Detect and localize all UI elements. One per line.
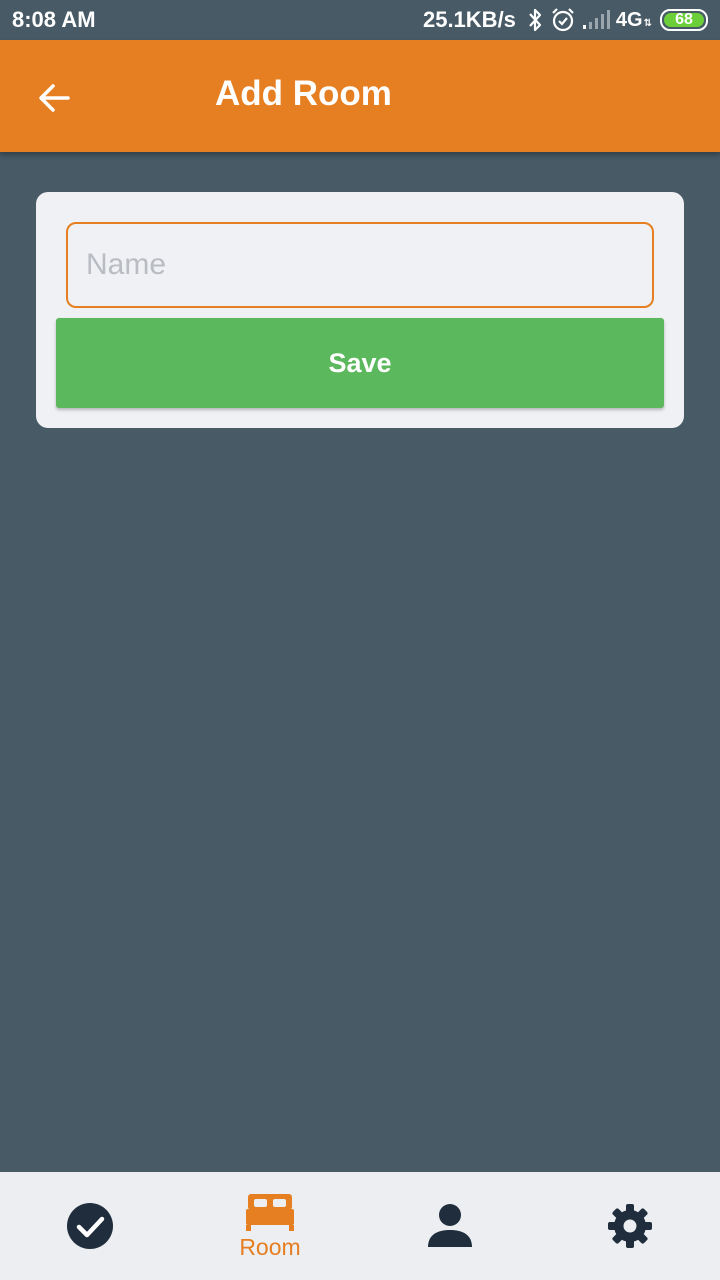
add-room-form-card: Save bbox=[36, 192, 684, 428]
app-bar: Add Room bbox=[0, 40, 720, 152]
network-type-label: 4G bbox=[615, 8, 643, 31]
battery-level: 68 bbox=[675, 11, 693, 28]
gear-icon bbox=[608, 1204, 652, 1248]
check-circle-icon bbox=[67, 1203, 113, 1249]
nav-item-room[interactable]: Room bbox=[180, 1172, 360, 1280]
network-speed: 25.1KB/s bbox=[422, 7, 516, 32]
nav-item-profile[interactable] bbox=[360, 1172, 540, 1280]
user-icon bbox=[428, 1204, 472, 1247]
bluetooth-icon bbox=[526, 8, 544, 32]
signal-icon bbox=[582, 10, 610, 30]
status-indicators: 25.1KB/s 4G ⇅ 68 bbox=[423, 7, 708, 33]
nav-item-tasks[interactable] bbox=[0, 1172, 180, 1280]
back-button[interactable] bbox=[26, 72, 82, 124]
screen: 8:08 AM 25.1KB/s 4G ⇅ 68 Add Room Name S… bbox=[0, 0, 720, 1280]
nav-item-settings[interactable] bbox=[540, 1172, 720, 1280]
save-button[interactable]: Save bbox=[56, 318, 664, 408]
alarm-icon bbox=[550, 7, 576, 33]
status-bar: 8:08 AM 25.1KB/s 4G ⇅ 68 bbox=[0, 0, 720, 40]
room-name-input[interactable] bbox=[66, 222, 654, 308]
bottom-navigation: Room bbox=[0, 1172, 720, 1280]
nav-item-room-label: Room bbox=[239, 1233, 301, 1260]
page-title: Add Room bbox=[215, 74, 392, 113]
status-time: 8:08 AM bbox=[12, 7, 96, 32]
network-type: 4G ⇅ bbox=[615, 8, 652, 31]
arrow-left-icon bbox=[39, 84, 70, 112]
bed-icon bbox=[246, 1193, 294, 1231]
battery-icon: 68 bbox=[660, 9, 708, 31]
